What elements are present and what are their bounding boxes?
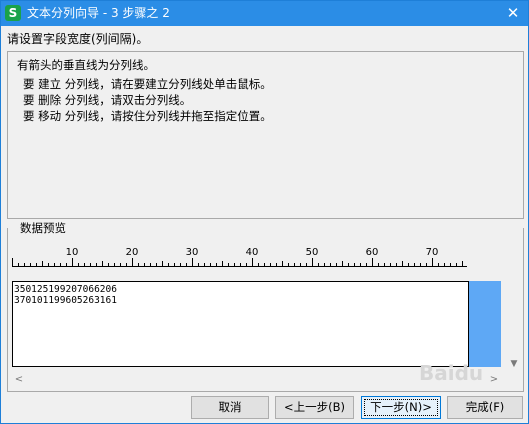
dialog-window: S 文本分列向导 - 3 步骤之 2 ✕ 请设置字段宽度(列间隔)。 有箭头的垂…	[0, 0, 529, 424]
cancel-button[interactable]: 取消	[191, 396, 269, 419]
ruler-tick-label: 10	[66, 247, 79, 258]
help-line-create: 要 建立 分列线，请在要建立分列线处单击鼠标。	[23, 77, 272, 91]
preview-row: 370101199605263161	[14, 295, 117, 306]
scroll-down-icon[interactable]: ▼	[507, 357, 521, 371]
ruler-tick-label: 70	[426, 247, 439, 258]
step-instruction: 请设置字段宽度(列间隔)。	[7, 32, 149, 46]
scroll-right-icon[interactable]: >	[487, 373, 501, 387]
ruler-tick-label: 50	[306, 247, 319, 258]
ruler-tick-label: 40	[246, 247, 259, 258]
ruler-tick-label: 60	[366, 247, 379, 258]
horizontal-scrollbar[interactable]: < >	[12, 373, 501, 387]
data-preview-label: 数据预览	[17, 221, 69, 235]
column-ruler[interactable]: 10 20 30 40 50 60 70	[12, 243, 467, 267]
help-panel: 有箭头的垂直线为分列线。 要 建立 分列线，请在要建立分列线处单击鼠标。 要 删…	[7, 51, 524, 219]
preview-text-box[interactable]: 350125199207066206 370101199605263161	[12, 281, 469, 367]
ruler-tick-label: 20	[126, 247, 139, 258]
wps-app-icon: S	[5, 5, 21, 21]
close-icon[interactable]: ✕	[504, 5, 522, 22]
help-line-move: 要 移动 分列线，请按住分列线并拖至指定位置。	[23, 109, 272, 123]
window-title: 文本分列向导 - 3 步骤之 2	[27, 6, 170, 20]
preview-area[interactable]: 350125199207066206 370101199605263161	[12, 281, 501, 367]
ruler-svg[interactable]: 10 20 30 40 50 60 70	[12, 243, 467, 267]
next-button[interactable]: 下一步(N)>	[361, 396, 441, 419]
title-bar[interactable]: S 文本分列向导 - 3 步骤之 2 ✕	[1, 1, 528, 26]
help-line-arrow: 有箭头的垂直线为分列线。	[17, 58, 155, 72]
scroll-left-icon[interactable]: <	[12, 373, 26, 387]
ruler-tick-label: 30	[186, 247, 199, 258]
next-button-label: 下一步(N)>	[364, 399, 438, 416]
finish-button[interactable]: 完成(F)	[447, 396, 523, 419]
back-button[interactable]: <上一步(B)	[275, 396, 354, 419]
preview-row: 350125199207066206	[14, 284, 117, 295]
help-line-delete: 要 删除 分列线，请双击分列线。	[23, 93, 192, 107]
button-row: 取消 <上一步(B) 下一步(N)> 完成(F)	[1, 396, 529, 420]
